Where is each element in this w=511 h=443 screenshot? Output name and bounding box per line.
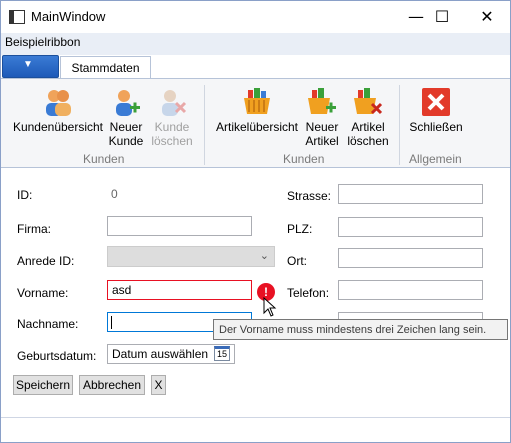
plz-input[interactable] bbox=[338, 217, 483, 237]
application-menu-button[interactable]: ▼ bbox=[2, 55, 59, 78]
cancel-button[interactable]: Abbrechen bbox=[79, 375, 145, 395]
chevron-down-icon: ⌄ bbox=[259, 250, 269, 262]
mouse-cursor-icon bbox=[263, 297, 277, 317]
save-button[interactable]: Speichern bbox=[13, 375, 73, 395]
tab-stammdaten[interactable]: Stammdaten bbox=[60, 56, 151, 79]
vorname-label: Vorname: bbox=[17, 286, 69, 300]
status-bar-divider bbox=[1, 417, 510, 418]
delete-basket-icon bbox=[354, 88, 383, 115]
maximize-button[interactable]: ☐ bbox=[419, 1, 465, 33]
schliessen-button[interactable]: Schließen bbox=[405, 86, 467, 134]
customers-icon bbox=[46, 90, 71, 116]
window-title: MainWindow bbox=[31, 9, 106, 24]
neuer-kunde-label: Neuer Kunde bbox=[108, 120, 144, 148]
close-red-icon bbox=[422, 88, 450, 116]
geburtsdatum-placeholder: Datum auswählen bbox=[112, 347, 209, 361]
x-button[interactable]: X bbox=[151, 375, 166, 395]
kundenuebersicht-label: Kundenübersicht bbox=[12, 120, 104, 134]
id-value: 0 bbox=[111, 187, 118, 201]
plz-label: PLZ: bbox=[287, 222, 313, 236]
firma-input[interactable] bbox=[107, 216, 252, 236]
schliessen-label: Schließen bbox=[409, 120, 463, 134]
calendar-icon[interactable]: 15 bbox=[214, 346, 230, 361]
strasse-label: Strasse: bbox=[287, 189, 332, 203]
kunde-loeschen-label: Kunde löschen bbox=[151, 120, 193, 148]
geburtsdatum-picker[interactable]: Datum auswählen 15 bbox=[107, 344, 235, 364]
validation-tooltip: Der Vorname muss mindestens drei Zeichen… bbox=[213, 319, 508, 340]
geburtsdatum-label: Geburtsdatum: bbox=[17, 349, 97, 363]
main-window: MainWindow — ☐ ✕ Beispielribbon ▼ Stammd… bbox=[0, 0, 511, 443]
strasse-input[interactable] bbox=[338, 184, 483, 204]
group-label-artikel: Kunden bbox=[283, 152, 325, 166]
group-separator bbox=[399, 85, 400, 165]
dropdown-arrow-icon: ▼ bbox=[23, 59, 33, 70]
telefon-label: Telefon: bbox=[287, 286, 330, 300]
ort-label: Ort: bbox=[287, 254, 307, 268]
delete-customer-icon bbox=[162, 90, 187, 116]
neuer-artikel-label: Neuer Artikel bbox=[305, 120, 339, 148]
artikeluebersicht-label: Artikelübersicht bbox=[215, 120, 299, 134]
kundenuebersicht-button[interactable]: Kundenübersicht bbox=[11, 86, 105, 134]
vorname-input[interactable]: asd bbox=[107, 280, 252, 300]
nachname-label: Nachname: bbox=[17, 317, 79, 331]
add-customer-icon bbox=[116, 90, 140, 116]
artikeluebersicht-button[interactable]: Artikelübersicht bbox=[212, 86, 302, 134]
ort-input[interactable] bbox=[338, 248, 483, 268]
close-button[interactable]: ✕ bbox=[464, 1, 510, 33]
telefon-input[interactable] bbox=[338, 280, 483, 300]
anrede-select[interactable]: ⌄ bbox=[107, 246, 275, 267]
anrede-label: Anrede ID: bbox=[17, 254, 75, 268]
neuer-kunde-button[interactable]: Neuer Kunde bbox=[105, 86, 147, 148]
title-bar: MainWindow — ☐ ✕ bbox=[1, 1, 510, 33]
app-icon bbox=[9, 10, 25, 24]
group-label-kunden: Kunden bbox=[83, 152, 125, 166]
ribbon: Kundenübersicht Neuer Kunde Kunde löschen … bbox=[1, 78, 510, 168]
kunde-loeschen-button[interactable]: Kunde löschen bbox=[149, 86, 195, 148]
menu-item-beispielribbon[interactable]: Beispielribbon bbox=[5, 33, 80, 51]
id-label: ID: bbox=[17, 188, 33, 202]
menu-bar: Beispielribbon bbox=[1, 33, 510, 55]
group-separator bbox=[204, 85, 205, 165]
vorname-value: asd bbox=[112, 283, 132, 297]
artikel-loeschen-label: Artikel löschen bbox=[347, 120, 389, 148]
artikel-loeschen-button[interactable]: Artikel löschen bbox=[345, 86, 391, 148]
firma-label: Firma: bbox=[17, 222, 51, 236]
basket-icon bbox=[244, 88, 270, 114]
add-basket-icon bbox=[308, 88, 336, 114]
group-label-allgemein: Allgemein bbox=[409, 152, 462, 166]
neuer-artikel-button[interactable]: Neuer Artikel bbox=[301, 86, 343, 148]
text-caret bbox=[111, 316, 112, 329]
